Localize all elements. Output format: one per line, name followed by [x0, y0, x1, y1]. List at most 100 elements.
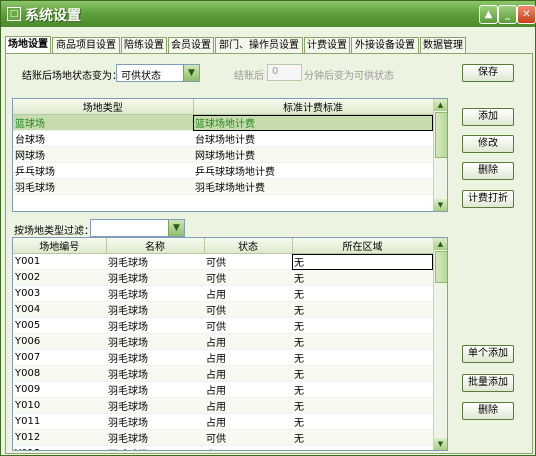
delete-venue-button[interactable]: 删除	[462, 402, 514, 420]
venue-status-cell[interactable]: 可供	[204, 301, 292, 318]
table-row[interactable]: Y009 羽毛球场 占用无	[13, 381, 433, 398]
tab-coach-settings[interactable]: 陪练设置	[121, 37, 167, 53]
table-row[interactable]: Y004 羽毛球场 可供无	[13, 301, 433, 318]
venue-area-cell[interactable]: 无	[292, 269, 433, 286]
scroll-thumb[interactable]	[435, 112, 447, 158]
table-row[interactable]: Y007 羽毛球场 占用无	[13, 349, 433, 366]
single-add-button[interactable]: 单个添加	[462, 345, 514, 363]
table-row[interactable]: Y005 羽毛球场 可供无	[13, 317, 433, 334]
venue-id-cell[interactable]: Y013	[13, 445, 106, 450]
window-menu-icon[interactable]: □	[7, 7, 21, 21]
venue-type-cell[interactable]: 台球场	[13, 130, 193, 147]
chevron-down-icon[interactable]: ▼	[168, 220, 184, 236]
tab-product-settings[interactable]: 商品项目设置	[52, 37, 120, 53]
venue-name-cell[interactable]: 羽毛球场	[106, 317, 204, 334]
venue-area-cell[interactable]: 无	[292, 381, 433, 398]
delete-venue-type-button[interactable]: 删除	[462, 162, 514, 180]
billing-standard-cell[interactable]: 篮球场地计费	[193, 114, 433, 131]
venue-area-cell[interactable]: 无	[292, 317, 433, 334]
venue-id-cell[interactable]: Y001	[13, 253, 106, 270]
venue-status-cell[interactable]: 可供	[204, 317, 292, 334]
scroll-down-icon[interactable]: ▼	[434, 199, 447, 211]
venue-area-cell[interactable]: 无	[292, 397, 433, 414]
table-row[interactable]: Y008 羽毛球场 占用无	[13, 365, 433, 382]
venue-area-cell[interactable]: 无	[292, 253, 433, 270]
venue-type-cell[interactable]: 羽毛球场	[13, 178, 193, 195]
venue-type-cell[interactable]: 网球场	[13, 146, 193, 163]
venue-status-cell[interactable]: 可供	[204, 253, 292, 270]
venue-name-cell[interactable]: 羽毛球场	[106, 397, 204, 414]
tab-member-settings[interactable]: 会员设置	[168, 37, 214, 53]
billing-standard-cell[interactable]: 羽毛球场地计费	[193, 178, 433, 195]
venue-name-cell[interactable]: 羽毛球场	[106, 333, 204, 350]
table-row[interactable]: 乒乓球场 乒乓球球场地计费	[13, 162, 433, 179]
scroll-thumb[interactable]	[435, 251, 447, 283]
table-row[interactable]: 网球场 网球场地计费	[13, 146, 433, 163]
venue-name-cell[interactable]: 羽毛球场	[106, 381, 204, 398]
venue-id-cell[interactable]: Y005	[13, 317, 106, 334]
venue-name-cell[interactable]: 羽毛球场	[106, 285, 204, 302]
venue-id-cell[interactable]: Y004	[13, 301, 106, 318]
venue-id-cell[interactable]: Y012	[13, 429, 106, 446]
scroll-down-icon[interactable]: ▼	[434, 438, 447, 450]
venue-id-cell[interactable]: Y003	[13, 285, 106, 302]
venue-name-cell[interactable]: 羽毛球场	[106, 253, 204, 270]
venue-status-cell[interactable]: 占用	[204, 365, 292, 382]
venue-status-cell[interactable]: 可供	[204, 269, 292, 286]
scroll-up-icon[interactable]: ▲	[434, 238, 447, 250]
venue-id-cell[interactable]: Y008	[13, 365, 106, 382]
venue-area-cell[interactable]: 无	[292, 301, 433, 318]
venue-status-cell[interactable]: 占用	[204, 285, 292, 302]
table-row[interactable]: Y003 羽毛球场 占用无	[13, 285, 433, 302]
table-row[interactable]: Y011 羽毛球场 占用无	[13, 413, 433, 430]
minutes-input[interactable]: 0	[267, 64, 302, 81]
venue-area-cell[interactable]: 无	[292, 365, 433, 382]
venue-status-cell[interactable]: 占用	[204, 397, 292, 414]
table-row[interactable]: 篮球场 篮球场地计费	[13, 114, 433, 131]
minimize-icon[interactable]: _	[498, 5, 517, 24]
venue-name-cell[interactable]: 羽毛球场	[106, 445, 204, 450]
close-icon[interactable]: ✕	[517, 5, 536, 24]
save-button[interactable]: 保存	[462, 64, 514, 82]
venue-area-cell[interactable]: 无	[292, 413, 433, 430]
table-row[interactable]: Y012 羽毛球场 可供无	[13, 429, 433, 446]
help-icon[interactable]: ▲	[479, 5, 498, 24]
venue-name-cell[interactable]: 羽毛球场	[106, 269, 204, 286]
venue-status-cell[interactable]: 占用	[204, 413, 292, 430]
venue-id-cell[interactable]: Y007	[13, 349, 106, 366]
add-venue-type-button[interactable]: 添加	[462, 108, 514, 126]
venue-name-cell[interactable]: 羽毛球场	[106, 429, 204, 446]
venue-scrollbar[interactable]: ▲ ▼	[433, 238, 447, 450]
table-row[interactable]: 羽毛球场 羽毛球场地计费	[13, 178, 433, 195]
venue-status-cell[interactable]: 占用	[204, 333, 292, 350]
billing-standard-cell[interactable]: 网球场地计费	[193, 146, 433, 163]
venue-id-cell[interactable]: Y002	[13, 269, 106, 286]
column-header-name[interactable]: 名称	[106, 238, 205, 254]
venue-status-cell[interactable]: 占用	[204, 381, 292, 398]
tab-billing-settings[interactable]: 计费设置	[304, 37, 350, 53]
tab-venue-settings[interactable]: 场地设置	[5, 36, 51, 54]
column-header-area[interactable]: 所在区域	[292, 238, 434, 254]
column-header-venue-id[interactable]: 场地编号	[13, 238, 107, 254]
table-row[interactable]: Y010 羽毛球场 占用无	[13, 397, 433, 414]
scroll-up-icon[interactable]: ▲	[434, 99, 447, 111]
edit-venue-type-button[interactable]: 修改	[462, 135, 514, 153]
venue-type-scrollbar[interactable]: ▲ ▼	[433, 99, 447, 211]
column-header-billing-standard[interactable]: 标准计费标准	[193, 99, 434, 115]
venue-type-filter-select[interactable]: ▼	[90, 219, 185, 237]
table-row[interactable]: Y002 羽毛球场 可供无	[13, 269, 433, 286]
settle-status-select[interactable]: 可供状态 ▼	[116, 64, 200, 82]
venue-area-cell[interactable]: 无	[292, 285, 433, 302]
venue-id-cell[interactable]: Y010	[13, 397, 106, 414]
column-header-venue-type[interactable]: 场地类型	[13, 99, 194, 115]
venue-id-cell[interactable]: Y011	[13, 413, 106, 430]
venue-area-cell[interactable]: 无	[292, 445, 433, 450]
column-header-status[interactable]: 状态	[204, 238, 293, 254]
table-row[interactable]: Y013羽毛球场占用无	[13, 445, 433, 450]
billing-discount-button[interactable]: 计费打折	[462, 190, 514, 208]
venue-area-cell[interactable]: 无	[292, 349, 433, 366]
venue-area-cell[interactable]: 无	[292, 333, 433, 350]
venue-area-cell[interactable]: 无	[292, 429, 433, 446]
venue-id-cell[interactable]: Y006	[13, 333, 106, 350]
tab-department-operator-settings[interactable]: 部门、操作员设置	[215, 37, 303, 53]
